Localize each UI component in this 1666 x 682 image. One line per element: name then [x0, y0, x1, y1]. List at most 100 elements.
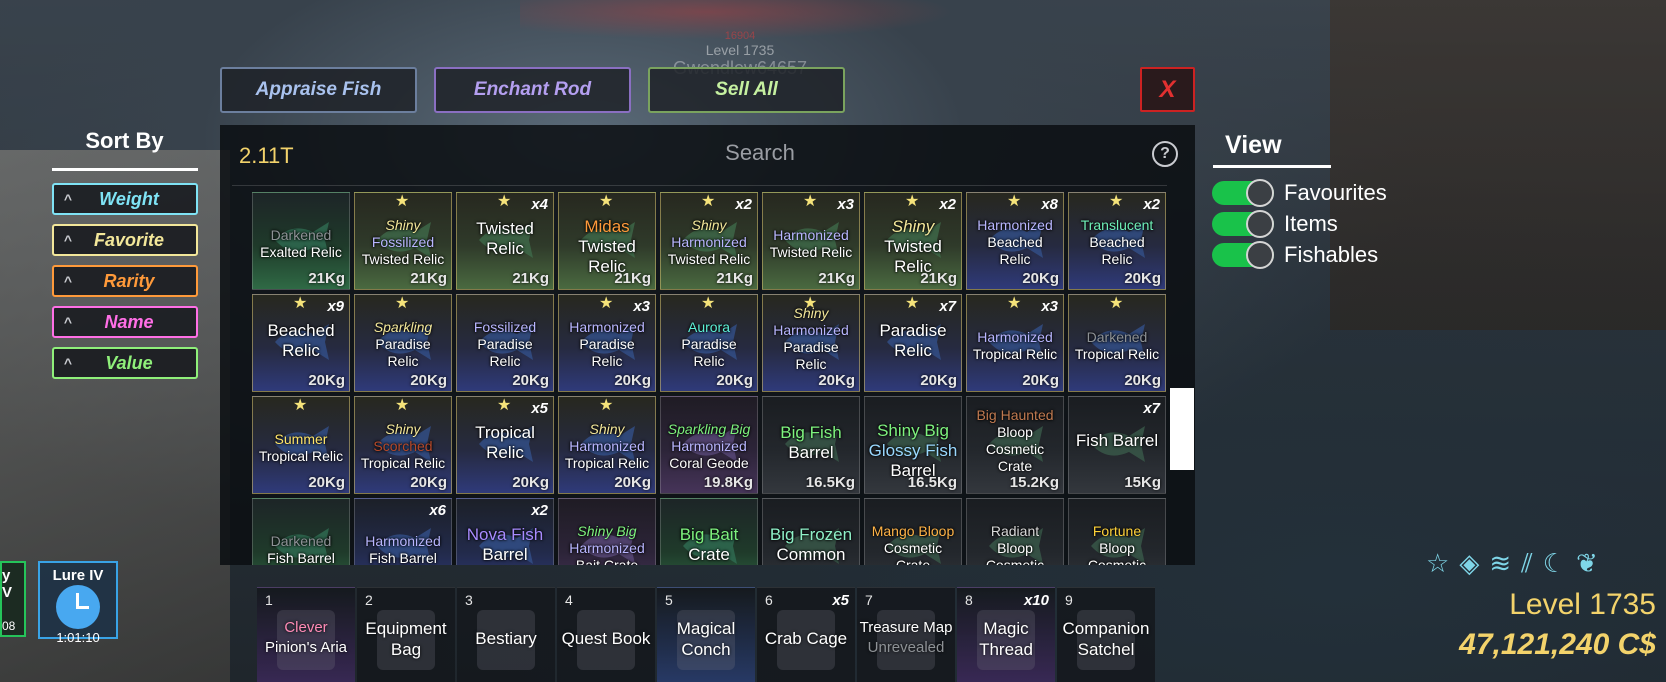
item-name-line: Big Haunted [976, 407, 1054, 423]
hotbar-slot-2[interactable]: 2 Equipment Bag [357, 587, 455, 682]
item-name-line: Twisted Relic [361, 251, 445, 267]
inventory-item[interactable]: Darkened Exalted Relic 21Kg [252, 192, 350, 290]
inventory-item[interactable]: Radiant Bloop Cosmetic [966, 498, 1064, 565]
item-name-line: Darkened [1086, 329, 1148, 345]
inventory-item[interactable]: Sparkling Big Harmonized Coral Geode 19.8Kg [660, 396, 758, 494]
toggle-switch[interactable] [1212, 179, 1274, 207]
item-name-line: Common [776, 545, 846, 564]
inventory-item[interactable]: ★ x3 Harmonized Twisted Relic 21Kg [762, 192, 860, 290]
item-weight: 20Kg [614, 372, 651, 389]
item-name-line: Bloop [997, 424, 1033, 440]
inventory-item[interactable]: ★ x5 Tropical Relic 20Kg [456, 396, 554, 494]
appraise-fish-button[interactable]: Appraise Fish [220, 67, 417, 113]
sort-option-rarity[interactable]: ^ Rarity [52, 265, 198, 297]
favorite-star-icon: ★ [293, 397, 308, 414]
item-name-line: Fossilized [473, 319, 537, 335]
hotbar-slot-name-line: Magical [676, 619, 736, 638]
hotbar-slot-8[interactable]: 8 x10 Magic Thread [957, 587, 1055, 682]
toggle-row-favourites: Favourites [1212, 179, 1387, 207]
inventory-item[interactable]: Big Bait Crate [660, 498, 758, 565]
hotbar-slot-1[interactable]: 1 Clever Pinion's Aria [257, 587, 355, 682]
hotbar-slot-name-line: Magic [983, 619, 1029, 638]
inventory-item[interactable]: Shiny Big Harmonized Bait Crate [558, 498, 656, 565]
inventory-item[interactable]: ★ x3 Harmonized Tropical Relic 20Kg [966, 294, 1064, 392]
favorite-star-icon: ★ [293, 295, 308, 312]
inventory-item[interactable]: ★ Shiny Scorched Tropical Relic 20Kg [354, 396, 452, 494]
favorite-star-icon: ★ [803, 193, 818, 210]
item-name: Shiny Big Harmonized Bait Crate [559, 523, 655, 565]
chevron-up-icon: ^ [63, 314, 73, 330]
inventory-item[interactable]: ★ Shiny Harmonized Paradise Relic 20Kg [762, 294, 860, 392]
sort-option-weight[interactable]: ^ Weight [52, 183, 198, 215]
hotbar-slot-3[interactable]: 3 Bestiary [457, 587, 555, 682]
inventory-item[interactable]: ★ x2 Shiny Twisted Relic 21Kg [864, 192, 962, 290]
item-weight: 15Kg [1124, 474, 1161, 491]
sort-option-value[interactable]: ^ Value [52, 347, 198, 379]
item-name-line: Twisted [578, 237, 636, 256]
item-weight: 20Kg [410, 474, 447, 491]
item-name: Fish Barrel [1069, 431, 1165, 451]
hotbar-slot-7[interactable]: 7 Treasure Map Unrevealed [857, 587, 955, 682]
hotbar-slot-9[interactable]: 9 Companion Satchel [1057, 587, 1155, 682]
item-name: Big Fish Barrel [763, 423, 859, 463]
favorite-star-icon: ★ [395, 295, 410, 312]
hotbar-slot-6[interactable]: 6 x5 Crab Cage [757, 587, 855, 682]
sell-all-button[interactable]: Sell All [648, 67, 845, 113]
hotbar-slot-number: 7 [865, 592, 873, 608]
item-name: Harmonized Fish Barrel [355, 533, 451, 565]
item-name-line: Fortune [1092, 523, 1142, 539]
moon-icon: ☾ [1542, 548, 1567, 578]
search-input[interactable]: Search [620, 140, 900, 172]
item-name-line: Radiant [990, 523, 1040, 539]
inventory-item[interactable]: ★ x7 Paradise Relic 20Kg [864, 294, 962, 392]
view-title: View [1225, 131, 1282, 159]
enchant-rod-button[interactable]: Enchant Rod [434, 67, 631, 113]
sort-option-favorite[interactable]: ^ Favorite [52, 224, 198, 256]
hotbar-slot-4[interactable]: 4 Quest Book [557, 587, 655, 682]
toggle-switch[interactable] [1212, 241, 1274, 269]
inventory-item[interactable]: ★ x2 Shiny Harmonized Twisted Relic 21Kg [660, 192, 758, 290]
item-weight: 16.5Kg [907, 474, 957, 491]
close-button[interactable]: X [1140, 67, 1195, 112]
hotbar-slot-number: 9 [1065, 592, 1073, 608]
sort-option-name[interactable]: ^ Name [52, 306, 198, 338]
buff-green-label: y V [2, 567, 13, 601]
inventory-item[interactable]: ★ Shiny Harmonized Tropical Relic 20Kg [558, 396, 656, 494]
inventory-item[interactable]: x7 Fish Barrel 15Kg [1068, 396, 1166, 494]
inventory-item[interactable]: x2 Nova Fish Barrel [456, 498, 554, 565]
inventory-item[interactable]: Fortune Bloop Cosmetic [1068, 498, 1166, 565]
inventory-scroll-area[interactable]: Darkened Exalted Relic 21Kg ★ Shiny Fossilize… [252, 192, 1167, 565]
item-name-line: Paradise [579, 336, 635, 352]
inventory-item[interactable]: ★ Summer Tropical Relic 20Kg [252, 396, 350, 494]
inventory-item[interactable]: ★ x2 Translucent Beached Relic 20Kg [1068, 192, 1166, 290]
chevron-up-icon: ^ [63, 191, 73, 207]
sort-option-label: Favorite [93, 229, 165, 250]
overhead-hp: 16904 [724, 30, 756, 42]
inventory-item[interactable]: Darkened Fish Barrel [252, 498, 350, 565]
inventory-item[interactable]: ★ Sparkling Paradise Relic 20Kg [354, 294, 452, 392]
inventory-item[interactable]: ★ x4 Twisted Relic 21Kg [456, 192, 554, 290]
inventory-item[interactable]: ★ x8 Harmonized Beached Relic 20Kg [966, 192, 1064, 290]
item-name-line: Shiny Big [877, 421, 949, 440]
inventory-item[interactable]: Big Haunted Bloop Cosmetic Crate 15.2Kg [966, 396, 1064, 494]
hotbar-slot-5[interactable]: 5 Magical Conch [657, 587, 755, 682]
item-name-line: Shiny [891, 217, 935, 236]
inventory-item[interactable]: ★ Shiny Fossilized Twisted Relic 21Kg [354, 192, 452, 290]
hotbar-slot-name: Magical Conch [657, 618, 755, 660]
inventory-item[interactable]: Fossilized Paradise Relic 20Kg [456, 294, 554, 392]
inventory-item[interactable]: Big Fish Barrel 16.5Kg [762, 396, 860, 494]
inventory-item[interactable]: ★ Midas Twisted Relic 21Kg [558, 192, 656, 290]
inventory-item[interactable]: Mango Bloop Cosmetic Crate [864, 498, 962, 565]
inventory-item[interactable]: ★ Aurora Paradise Relic 20Kg [660, 294, 758, 392]
inventory-item[interactable]: Shiny Big Glossy Fish Barrel 16.5Kg [864, 396, 962, 494]
toggle-switch[interactable] [1212, 210, 1274, 238]
hotbar-slot-name-line: Satchel [1077, 640, 1135, 659]
inventory-item[interactable]: ★ Darkened Tropical Relic 20Kg [1068, 294, 1166, 392]
inventory-item[interactable]: Big Frozen Common [762, 498, 860, 565]
inventory-scrollbar[interactable] [1170, 388, 1194, 470]
help-icon[interactable]: ? [1152, 141, 1178, 167]
inventory-item[interactable]: x6 Harmonized Fish Barrel [354, 498, 452, 565]
item-name-line: Crate [895, 557, 931, 565]
inventory-item[interactable]: ★ x3 Harmonized Paradise Relic 20Kg [558, 294, 656, 392]
inventory-item[interactable]: ★ x9 Beached Relic 20Kg [252, 294, 350, 392]
